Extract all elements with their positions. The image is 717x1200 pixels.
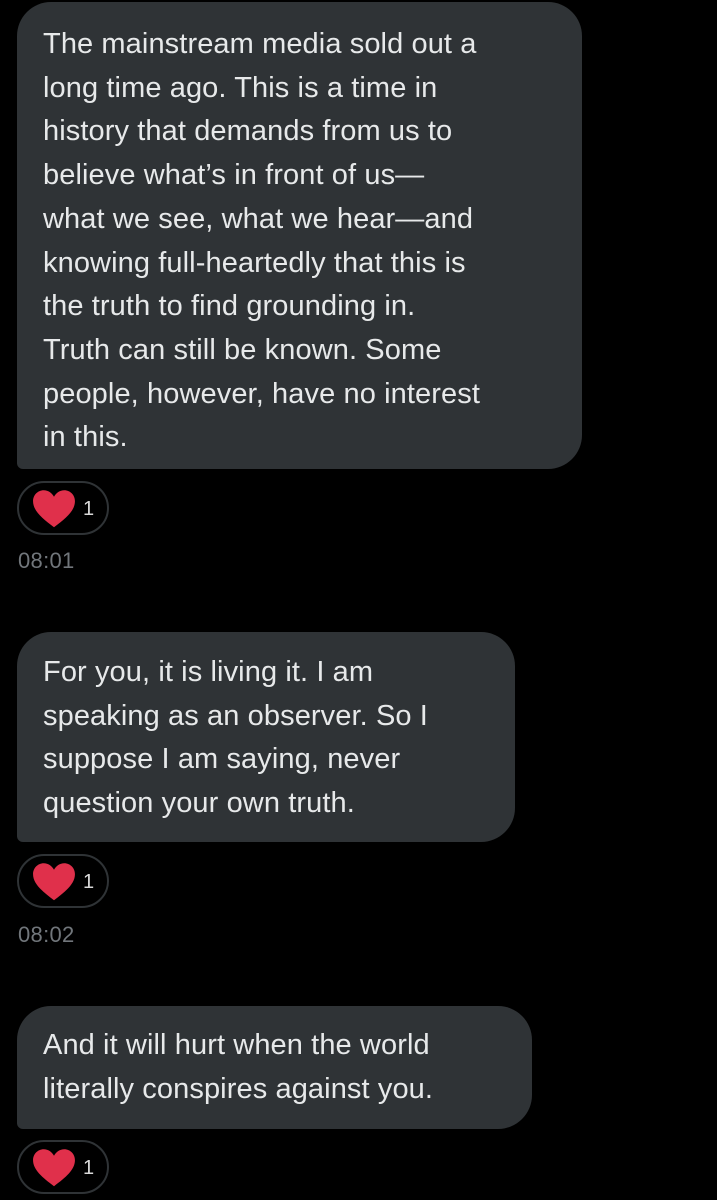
message-text-line: in this. bbox=[43, 421, 128, 454]
message-text-line: speaking as an observer. So I bbox=[43, 699, 428, 732]
message-text-line: And it will hurt when the world bbox=[43, 1029, 430, 1061]
message-text-line: believe what’s in front of us— bbox=[43, 159, 425, 192]
message-text-line: the truth to find grounding in. bbox=[43, 290, 416, 323]
message-bubble[interactable]: For you, it is living it. I am speaking … bbox=[17, 632, 515, 842]
message-timestamp: 08:02 bbox=[18, 922, 75, 947]
message-text-line: question your own truth. bbox=[43, 787, 355, 820]
message-text-line: long time ago. This is a time in bbox=[43, 71, 438, 104]
heart-icon bbox=[33, 1149, 75, 1187]
reaction-count: 1 bbox=[83, 1156, 95, 1179]
message-text-line: literally conspires against you. bbox=[43, 1072, 434, 1105]
message-text-line: Truth can still be known. Some bbox=[43, 333, 442, 366]
message-text-line: For you, it is living it. I am bbox=[43, 656, 374, 688]
reaction-count: 1 bbox=[83, 870, 95, 893]
message-timestamp: 08:01 bbox=[18, 548, 75, 573]
message-bubble[interactable]: And it will hurt when the world literall… bbox=[17, 1006, 532, 1129]
message-text-line: The mainstream media sold out a bbox=[43, 28, 477, 60]
message-text-line: people, however, have no interest bbox=[43, 377, 480, 410]
reaction-pill[interactable]: 1 bbox=[17, 1140, 109, 1194]
reaction-pill[interactable]: 1 bbox=[17, 481, 109, 535]
reaction-count: 1 bbox=[83, 497, 95, 520]
message-text-line: knowing full-heartedly that this is bbox=[43, 246, 466, 279]
heart-icon bbox=[33, 490, 75, 528]
message-text-line: suppose I am saying, never bbox=[43, 743, 401, 776]
message-bubble[interactable]: The mainstream media sold out a long tim… bbox=[17, 2, 582, 469]
message-text-line: history that demands from us to bbox=[43, 115, 453, 148]
message-text-line: what we see, what we hear—and bbox=[43, 202, 474, 235]
reaction-pill[interactable]: 1 bbox=[17, 854, 109, 908]
heart-icon bbox=[33, 863, 75, 901]
